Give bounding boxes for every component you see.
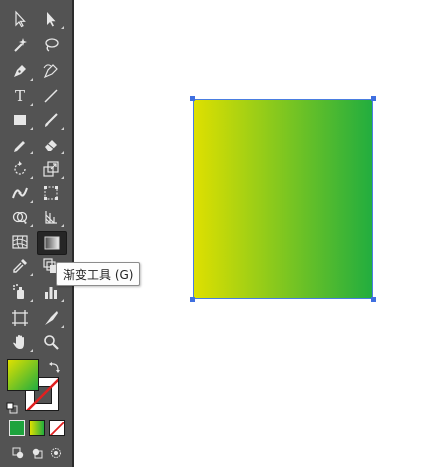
curvature-icon (43, 64, 58, 79)
scale-icon (43, 161, 59, 177)
submenu-indicator (30, 103, 33, 106)
pencil-icon (14, 141, 25, 152)
shape-builder-tool[interactable] (6, 206, 34, 228)
direct-selection-tool[interactable] (37, 8, 65, 30)
draw-normal-button[interactable] (10, 446, 26, 460)
draw-normal-icon (12, 447, 24, 459)
rotate-tool[interactable] (6, 158, 34, 180)
pen-tool[interactable] (6, 60, 34, 82)
none-mode-button[interactable] (49, 420, 65, 436)
curvature-tool[interactable] (37, 60, 65, 82)
fill-swatch[interactable] (7, 359, 39, 391)
symbol-sprayer-icon (13, 284, 24, 299)
submenu-indicator (30, 273, 33, 276)
selection-handle[interactable] (371, 297, 376, 302)
gradient-tool[interactable] (37, 231, 67, 255)
arrow-outline-icon (15, 10, 26, 28)
mesh-icon (12, 235, 28, 249)
submenu-indicator (30, 151, 33, 154)
submenu-indicator (30, 299, 33, 302)
zoom-tool[interactable] (37, 331, 65, 353)
submenu-indicator (30, 224, 33, 227)
perspective-grid-icon (45, 211, 57, 224)
rectangle-icon (14, 115, 26, 125)
line-icon (44, 89, 58, 103)
symbol-sprayer-tool[interactable] (6, 281, 34, 303)
slice-tool[interactable] (37, 307, 65, 329)
shape-builder-icon (12, 211, 28, 224)
submenu-indicator (61, 176, 64, 179)
gradient-rectangle[interactable] (190, 96, 376, 302)
default-colors-icon (6, 402, 18, 414)
gradient-mode-button[interactable] (29, 420, 45, 436)
submenu-indicator (61, 127, 64, 130)
type-icon: T (14, 86, 25, 105)
width-icon (12, 187, 28, 199)
lasso-tool[interactable] (37, 34, 65, 56)
submenu-indicator (61, 325, 64, 328)
arrow-filled-icon (47, 12, 56, 27)
magic-wand-icon (14, 38, 27, 52)
tooltip-text: 渐变工具 (G) (63, 267, 134, 282)
swap-fill-stroke-button[interactable] (49, 358, 61, 373)
submenu-indicator (61, 26, 64, 29)
submenu-indicator (61, 151, 64, 154)
selection-bounding-box (193, 99, 373, 299)
artboard-icon (12, 310, 28, 326)
default-fill-stroke-button[interactable] (6, 399, 18, 414)
selection-handle[interactable] (190, 297, 195, 302)
type-tool[interactable]: T (6, 85, 34, 107)
submenu-indicator (30, 200, 33, 203)
magic-wand-tool[interactable] (6, 34, 34, 56)
gradient-icon (44, 236, 60, 250)
submenu-indicator (30, 349, 33, 352)
line-segment-tool[interactable] (37, 85, 65, 107)
free-transform-icon (44, 186, 58, 200)
draw-behind-icon (32, 448, 43, 459)
width-tool[interactable] (6, 182, 34, 204)
slice-icon (45, 311, 58, 325)
paintbrush-icon (45, 113, 58, 127)
draw-inside-button[interactable] (48, 446, 64, 460)
zoom-icon (44, 335, 59, 350)
tooltip: 渐变工具 (G) (56, 262, 141, 286)
color-mode-button[interactable] (9, 420, 25, 436)
submenu-indicator (30, 127, 33, 130)
submenu-indicator (30, 78, 33, 81)
eyedropper-tool[interactable] (6, 255, 34, 277)
pencil-tool[interactable] (6, 133, 34, 155)
eyedropper-icon (13, 259, 27, 273)
paintbrush-tool[interactable] (37, 109, 65, 131)
draw-inside-icon (51, 448, 61, 458)
selection-tool[interactable] (6, 8, 34, 30)
hand-icon (13, 335, 24, 349)
scale-tool[interactable] (37, 158, 65, 180)
hand-tool[interactable] (6, 331, 34, 353)
pen-icon (14, 65, 26, 77)
submenu-indicator (61, 224, 64, 227)
selection-handle[interactable] (190, 96, 195, 101)
selection-handle[interactable] (371, 96, 376, 101)
artboard-tool[interactable] (6, 307, 34, 329)
rectangle-tool[interactable] (6, 109, 34, 131)
none-slash-icon (50, 421, 64, 435)
mesh-tool[interactable] (6, 231, 34, 253)
tools-panel: T (0, 0, 74, 467)
eraser-tool[interactable] (37, 133, 65, 155)
free-transform-tool[interactable] (37, 182, 65, 204)
submenu-indicator (30, 176, 33, 179)
lasso-icon (45, 38, 59, 52)
rotate-icon (14, 161, 26, 175)
perspective-grid-tool[interactable] (37, 206, 65, 228)
draw-behind-button[interactable] (29, 446, 45, 460)
swap-arrow-icon (49, 362, 60, 373)
submenu-indicator (61, 299, 64, 302)
eraser-icon (45, 140, 57, 151)
